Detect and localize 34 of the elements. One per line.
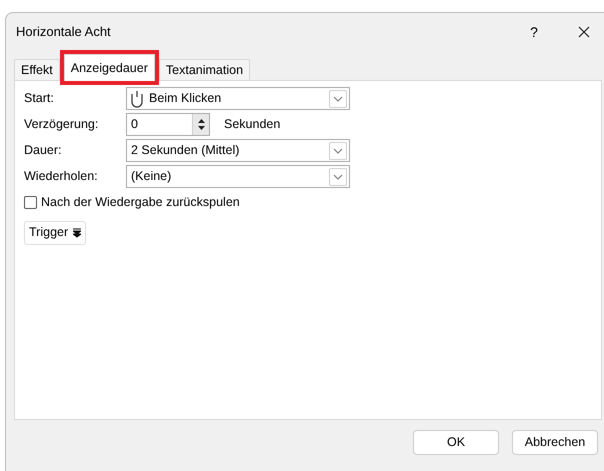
dropdown-field[interactable]: Beim Klicken [126, 87, 350, 110]
window-title: Horizontale Acht [16, 23, 112, 42]
help-button[interactable]: ? [514, 22, 554, 42]
field-label: Start: [24, 90, 55, 108]
tab[interactable]: Textanimation [158, 59, 250, 80]
dropdown-value: Beim Klicken [149, 90, 222, 108]
trigger-button[interactable]: Trigger [24, 220, 86, 245]
spinner-field[interactable]: 0 [126, 113, 210, 136]
chevron-down-icon [333, 96, 343, 102]
dropdown-field[interactable]: 2 Sekunden (Mittel) [126, 139, 350, 162]
up-arrow-icon [198, 119, 204, 123]
dropdown-field[interactable]: (Keine) [126, 165, 350, 188]
tab[interactable]: Effekt [14, 59, 60, 80]
dialog-button[interactable]: Abbrechen [512, 430, 598, 455]
spin-buttons[interactable] [192, 114, 209, 135]
dropdown-arrow-button[interactable] [329, 168, 347, 186]
field-label: Verzögerung: [24, 116, 100, 134]
checkbox[interactable] [24, 196, 37, 209]
checkbox-label: Nach der Wiedergabe zurückspulen [41, 194, 240, 211]
close-icon [578, 26, 590, 38]
dropdown-arrow-button[interactable] [329, 90, 347, 108]
dialog-button[interactable]: OK [413, 430, 499, 455]
down-arrow-icon [198, 126, 204, 130]
unit-label: Sekunden [224, 116, 280, 134]
field-label: Wiederholen: [24, 168, 99, 186]
chevron-down-icon [333, 174, 343, 180]
spinner-value: 0 [131, 116, 139, 134]
chevron-down-icon [333, 148, 343, 154]
field-label: Dauer: [24, 142, 63, 160]
double-chevron-icon [73, 228, 82, 238]
mouse-icon [131, 90, 143, 108]
dropdown-value: (Keine) [131, 168, 172, 186]
dropdown-value: 2 Sekunden (Mittel) [131, 142, 240, 160]
dropdown-arrow-button[interactable] [329, 142, 347, 160]
